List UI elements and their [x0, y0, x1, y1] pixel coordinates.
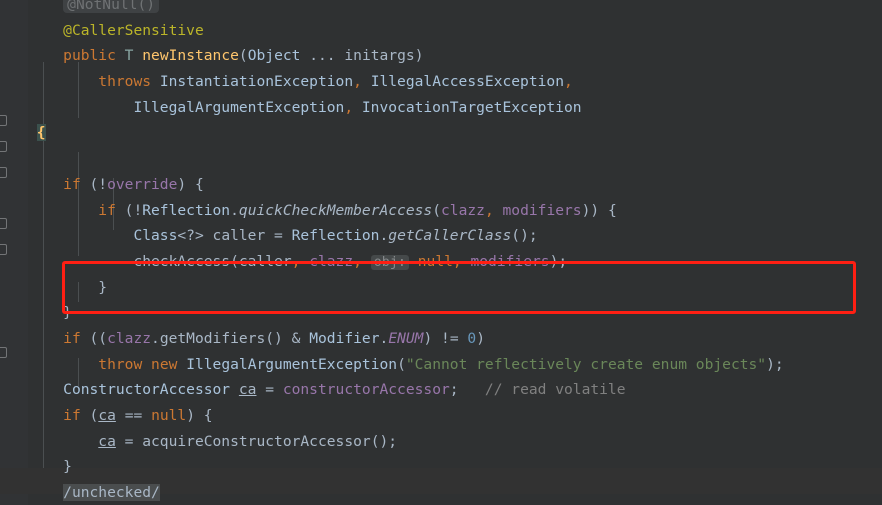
code-line[interactable]: checkAccess(caller, clazz, obj: null, mo… — [0, 249, 882, 275]
code-line[interactable]: } — [0, 454, 882, 480]
code-line[interactable]: } — [0, 275, 882, 301]
var-ca: ca — [98, 432, 116, 450]
field-override: override — [107, 175, 178, 193]
code-line[interactable]: if (!Reflection.quickCheckMemberAccess(c… — [0, 198, 882, 224]
code-line[interactable]: ca = acquireConstructorAccessor(); — [0, 429, 882, 455]
field-clazz: clazz — [441, 201, 485, 219]
constant-enum: ENUM — [388, 329, 424, 347]
code-editor[interactable]: @NotNull() @CallerSensitive public T new… — [0, 0, 882, 505]
type-illegalargumentexception: IllegalArgumentException — [133, 98, 345, 116]
keyword-if: if — [98, 201, 116, 219]
keyword-public: public — [63, 47, 116, 65]
inlay-param-hint-obj[interactable]: obj: — [370, 254, 409, 270]
code-line-highlighted[interactable]: throw new IllegalArgumentException("Cann… — [0, 352, 882, 378]
var-ca: ca — [98, 407, 116, 424]
type-invocationtargetexception: InvocationTargetException — [361, 98, 582, 116]
method-checkaccess: checkAccess — [133, 252, 231, 270]
keyword-if: if — [63, 407, 81, 424]
type-class-name: Class — [133, 227, 178, 245]
keyword-new: new — [151, 355, 178, 373]
arg-clazz: clazz — [309, 252, 354, 270]
code-line-blank[interactable] — [0, 146, 882, 172]
method-name-newinstance: newInstance — [142, 47, 239, 65]
type-reflection: Reflection — [142, 201, 231, 219]
brace-open-highlight: { — [36, 124, 46, 142]
field-clazz: clazz — [107, 329, 152, 347]
code-line[interactable]: throws InstantiationException, IllegalAc… — [0, 69, 882, 95]
param-initargs: initargs — [344, 47, 415, 65]
string-literal-enum-message: "Cannot reflectively create enum objects… — [405, 355, 767, 373]
code-content[interactable]: @NotNull() @CallerSensitive public T new… — [0, 0, 882, 505]
keyword-if: if — [63, 175, 81, 193]
method-getmodifiers: getModifiers — [159, 329, 266, 347]
var-ca: ca — [238, 381, 257, 399]
varargs-ellipsis: ... — [309, 47, 336, 65]
keyword-throw: throw — [98, 355, 143, 373]
brace-close: } — [63, 304, 72, 322]
type-reflection: Reflection — [291, 227, 380, 245]
comment-read-volatile: // read volatile — [484, 381, 626, 399]
keyword-if: if — [63, 329, 81, 347]
brace-close: } — [98, 278, 108, 296]
keyword-null: null — [151, 407, 187, 424]
method-acquireconstructoraccessor: acquireConstructorAccessor — [142, 432, 371, 450]
number-zero: 0 — [467, 329, 477, 347]
method-quickcheckmemberaccess: quickCheckMemberAccess — [238, 201, 433, 219]
field-constructoraccessor: constructorAccessor — [282, 381, 450, 399]
code-line[interactable]: IllegalArgumentException, InvocationTarg… — [0, 95, 882, 121]
type-object: Object — [247, 47, 301, 65]
code-line[interactable]: } — [0, 300, 882, 326]
field-modifiers: modifiers — [502, 201, 582, 219]
code-line[interactable]: @NotNull() — [0, 0, 882, 18]
annotation-notnull: @NotNull() — [63, 0, 160, 13]
keyword-null: null — [417, 252, 453, 270]
generic-wildcard: <?> — [177, 227, 204, 245]
type-illegalargumentexception: IllegalArgumentException — [186, 355, 398, 373]
code-line[interactable]: if (ca == null) { — [0, 403, 882, 429]
brace-close: } — [63, 458, 72, 476]
code-line[interactable]: Class<?> caller = Reflection.getCallerCl… — [0, 223, 882, 249]
type-constructoraccessor: ConstructorAccessor — [63, 381, 231, 399]
keyword-throws: throws — [98, 73, 152, 91]
operator-not-equal: != — [441, 329, 459, 347]
code-line-highlighted[interactable]: if ((clazz.getModifiers() & Modifier.ENU… — [0, 326, 882, 352]
code-line[interactable]: ConstructorAccessor ca = constructorAcce… — [0, 377, 882, 403]
type-modifier: Modifier — [309, 329, 380, 347]
inline-highlight-unchecked: /unchecked/ — [63, 484, 160, 502]
type-illegalaccessexception: IllegalAccessException — [370, 73, 564, 91]
code-line[interactable]: public T newInstance(Object ... initargs… — [0, 43, 882, 69]
arg-caller: caller — [238, 252, 292, 270]
code-line[interactable]: @CallerSensitive — [0, 18, 882, 44]
code-line[interactable]: /unchecked/ — [0, 480, 882, 505]
code-line[interactable]: { — [0, 120, 882, 146]
operator-equals: == — [124, 407, 143, 424]
type-instantiationexception: InstantiationException — [159, 73, 354, 91]
arg-modifiers: modifiers — [470, 252, 550, 270]
code-line[interactable]: if (!override) { — [0, 172, 882, 198]
var-caller: caller — [212, 227, 266, 245]
method-getcallerclass: getCallerClass — [388, 227, 512, 245]
annotation-callersensitive: @CallerSensitive — [63, 21, 204, 39]
